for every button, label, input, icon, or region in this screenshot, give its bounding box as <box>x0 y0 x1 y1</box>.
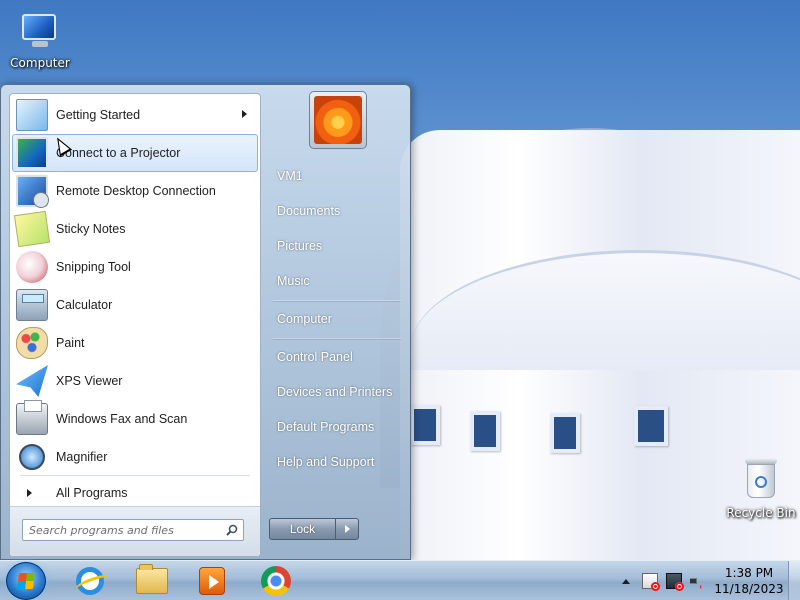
expand-arrow-icon <box>27 489 32 497</box>
show-hidden-icons-arrow-icon[interactable] <box>622 578 630 584</box>
search-area <box>10 506 260 556</box>
volume-muted-icon[interactable] <box>690 573 702 589</box>
program-label: Snipping Tool <box>56 260 131 274</box>
submenu-arrow-icon[interactable] <box>242 110 247 118</box>
program-label: XPS Viewer <box>56 374 123 388</box>
shutdown-options-button[interactable] <box>336 519 358 539</box>
desktop-icon-label: Recycle Bin <box>726 506 796 520</box>
getting-started-icon <box>16 99 48 131</box>
program-label: Paint <box>56 336 85 350</box>
internet-explorer-icon <box>76 567 104 595</box>
desktop-icon-label: Computer <box>10 56 70 70</box>
program-sticky-notes[interactable]: Sticky Notes <box>12 210 258 248</box>
network-icon[interactable] <box>666 573 684 591</box>
lock-button[interactable]: Lock <box>270 519 336 539</box>
remote-desktop-icon <box>16 175 49 208</box>
program-label: Magnifier <box>56 450 108 464</box>
xps-viewer-icon <box>16 365 48 397</box>
divider <box>273 300 401 301</box>
magnifier-icon <box>16 441 48 473</box>
taskbar: 1:38 PM 11/18/2023 <box>0 560 800 600</box>
search-box[interactable] <box>22 519 244 541</box>
link-help-support[interactable]: Help and Support <box>263 450 411 474</box>
show-desktop-button[interactable] <box>788 561 800 600</box>
taskbar-app-explorer[interactable] <box>128 564 176 598</box>
chrome-icon <box>261 566 291 596</box>
desktop-icon-recycle-bin[interactable]: Recycle Bin <box>725 454 797 520</box>
sticky-notes-icon <box>13 210 51 248</box>
media-player-icon <box>199 567 225 595</box>
program-remote-desktop[interactable]: Remote Desktop Connection <box>12 172 258 210</box>
link-computer[interactable]: Computer <box>263 307 411 331</box>
clock-date: 11/18/2023 <box>714 582 784 596</box>
program-label: Connect to a Projector <box>56 146 181 160</box>
wallpaper-window <box>634 406 668 446</box>
start-menu-places-pane: VM1 Documents Pictures Music Computer Co… <box>263 85 411 561</box>
search-icon[interactable] <box>226 524 238 536</box>
all-programs-button[interactable]: All Programs <box>12 479 258 507</box>
lock-button-group: Lock <box>269 518 359 540</box>
flower-avatar-icon <box>314 96 362 144</box>
computer-icon <box>18 8 62 52</box>
fax-scan-icon <box>16 400 48 435</box>
link-pictures[interactable]: Pictures <box>263 234 411 258</box>
pinned-programs-list: Getting Started Connect to a Projector R… <box>12 96 258 476</box>
recycle-bin-icon <box>739 454 783 502</box>
paint-icon <box>16 327 48 359</box>
wallpaper-window <box>410 405 440 445</box>
link-documents[interactable]: Documents <box>263 199 411 223</box>
program-label: Calculator <box>56 298 113 312</box>
link-default-programs[interactable]: Default Programs <box>263 415 411 439</box>
program-label: Remote Desktop Connection <box>56 184 216 198</box>
desktop-icon-computer[interactable]: Computer <box>5 8 75 70</box>
wallpaper-window <box>470 411 500 451</box>
taskbar-app-media-player[interactable] <box>188 564 236 598</box>
folder-icon <box>136 564 168 594</box>
clock-time: 1:38 PM <box>724 566 774 580</box>
program-snipping-tool[interactable]: Snipping Tool <box>12 248 258 286</box>
taskbar-app-chrome[interactable] <box>252 564 300 598</box>
program-magnifier[interactable]: Magnifier <box>12 438 258 476</box>
program-label: Getting Started <box>56 108 141 122</box>
chevron-right-icon <box>344 525 350 533</box>
projector-icon <box>16 137 48 169</box>
start-button[interactable] <box>6 562 46 600</box>
link-music[interactable]: Music <box>263 269 411 293</box>
program-getting-started[interactable]: Getting Started <box>12 96 258 134</box>
snipping-tool-icon <box>16 251 48 283</box>
all-programs-label: All Programs <box>56 486 128 500</box>
program-label: Windows Fax and Scan <box>56 412 188 426</box>
action-center-flag-icon[interactable] <box>642 573 660 591</box>
clock[interactable]: 1:38 PM 11/18/2023 <box>714 565 784 597</box>
link-control-panel[interactable]: Control Panel <box>263 345 411 369</box>
user-avatar[interactable] <box>309 91 367 149</box>
program-xps-viewer[interactable]: XPS Viewer <box>12 362 258 400</box>
calculator-icon <box>16 289 48 321</box>
windows-logo-icon <box>17 573 35 589</box>
wallpaper-window <box>550 413 580 453</box>
start-menu-programs-pane: Getting Started Connect to a Projector R… <box>9 93 261 557</box>
taskbar-app-internet-explorer[interactable] <box>66 564 114 598</box>
search-input[interactable] <box>29 521 219 539</box>
divider <box>20 475 250 476</box>
divider <box>273 338 401 339</box>
link-user-folder[interactable]: VM1 <box>263 164 411 188</box>
program-label: Sticky Notes <box>56 222 126 236</box>
program-calculator[interactable]: Calculator <box>12 286 258 324</box>
program-paint[interactable]: Paint <box>12 324 258 362</box>
program-fax-and-scan[interactable]: Windows Fax and Scan <box>12 400 258 438</box>
link-devices-printers[interactable]: Devices and Printers <box>263 380 411 404</box>
program-connect-to-projector[interactable]: Connect to a Projector <box>12 134 258 172</box>
system-tray: 1:38 PM 11/18/2023 <box>622 561 800 600</box>
